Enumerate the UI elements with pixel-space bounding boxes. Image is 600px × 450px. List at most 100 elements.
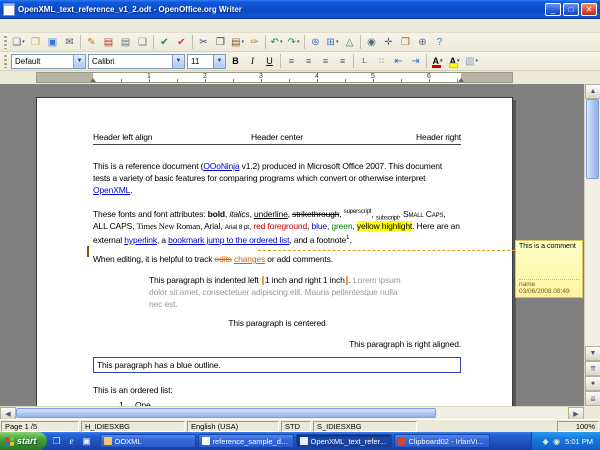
edit-file-icon[interactable]: ✎ (83, 34, 100, 50)
status-page-style[interactable]: H_IDIESXBG (81, 421, 185, 432)
page-preview-icon[interactable]: ❑ (134, 34, 151, 50)
zoom-icon[interactable]: ⊕ (414, 34, 431, 50)
open-icon[interactable]: ❐ (27, 34, 44, 50)
font-name-value[interactable]: Calibri (88, 54, 172, 69)
paragraph-style-value[interactable]: Default (11, 54, 73, 69)
bullets-icon[interactable]: ∷ (373, 53, 390, 69)
openxml-link[interactable]: OpenXML (93, 185, 130, 195)
print-icon[interactable]: ▤ (117, 34, 134, 50)
navigation-icon[interactable]: ● (585, 376, 600, 391)
table-icon[interactable]: ⊞▾ (324, 34, 341, 50)
align-right-icon[interactable]: ≡ (317, 53, 334, 69)
comment-meta: name 03/06/2008 08:49 (519, 279, 579, 295)
text-run: 1 inch (323, 275, 345, 285)
font-color-icon[interactable]: A▾ (429, 53, 446, 69)
italic-icon[interactable]: I (244, 53, 261, 69)
clock: 5:01 PM (565, 437, 593, 446)
table-dropdown-arrow[interactable]: ▾ (336, 39, 339, 45)
task-label: OOXML (115, 437, 142, 446)
format-paintbrush-icon[interactable]: ✑ (246, 34, 263, 50)
background-color-icon[interactable]: ▧▾ (463, 53, 480, 69)
export-pdf-icon[interactable]: ▤ (100, 34, 117, 50)
taskbar-button[interactable]: OpenXML_text_refer... (296, 434, 392, 448)
volume-icon[interactable]: ◉ (551, 435, 562, 447)
find-replace-icon[interactable]: ◉ (363, 34, 380, 50)
minimize-button[interactable]: _ (545, 3, 561, 16)
font-size-dropdown-arrow[interactable]: ▼ (213, 54, 226, 69)
highlighting-icon[interactable]: A▾ (446, 53, 463, 69)
copy-icon[interactable]: ❐ (212, 34, 229, 50)
help-icon[interactable]: ? (431, 34, 448, 50)
bold-icon[interactable]: B (227, 53, 244, 69)
underline-icon[interactable]: U (261, 53, 278, 69)
paragraph-style-dropdown-arrow[interactable]: ▼ (73, 54, 86, 69)
new-document-icon[interactable]: ❏▾ (10, 34, 27, 50)
navigator-icon[interactable]: ✛ (380, 34, 397, 50)
font-size-value[interactable]: 11 (187, 54, 213, 69)
gallery-icon[interactable]: ❒ (397, 34, 414, 50)
left-indent-marker[interactable] (90, 75, 96, 82)
scroll-left-icon[interactable]: ◀ (0, 407, 16, 419)
decrease-indent-icon[interactable]: ⇤ (390, 53, 407, 69)
status-language[interactable]: English (USA) (187, 421, 279, 432)
status-selection-mode[interactable]: STD (281, 421, 311, 432)
save-icon[interactable]: ▣ (44, 34, 61, 50)
align-left-icon[interactable]: ≡ (283, 53, 300, 69)
maximize-button[interactable]: □ (563, 3, 579, 16)
hyperlink-icon[interactable]: ⊛ (307, 34, 324, 50)
internet-explorer-icon[interactable]: e (65, 434, 79, 448)
ruler-text-area[interactable]: 123456 (93, 73, 461, 82)
comment-box[interactable]: This is a comment name 03/06/2008 08:49 (515, 240, 583, 298)
paragraph-style-combo[interactable]: Default ▼ (11, 54, 86, 69)
new-document-dropdown-arrow[interactable]: ▾ (22, 39, 25, 45)
bookmark-link[interactable]: bookmark jump to the ordered list (168, 235, 289, 245)
cut-icon[interactable]: ✂ (195, 34, 212, 50)
show-draw-functions-icon[interactable]: △ (341, 34, 358, 50)
numbering-icon[interactable]: 1. (356, 53, 373, 69)
status-zoom[interactable]: 100% (557, 421, 599, 432)
taskbar-button[interactable]: Clipboard02 - IrfanVi... (394, 434, 490, 448)
font-color-dropdown-arrow[interactable]: ▾ (440, 58, 443, 64)
start-button[interactable]: start (0, 432, 47, 450)
horizontal-scrollbar[interactable]: ◀ ▶ (0, 406, 584, 419)
scroll-up-icon[interactable]: ▲ (585, 84, 600, 99)
safely-remove-hardware-icon[interactable]: ◆ (540, 435, 551, 447)
auto-spellcheck-icon[interactable]: ✔ (173, 34, 190, 50)
external-hyperlink[interactable]: hyperlink (124, 235, 157, 245)
justified-icon[interactable]: ≡ (334, 53, 351, 69)
paste-icon[interactable]: ▤▾ (229, 34, 246, 50)
ruler-strip[interactable]: 123456 (36, 72, 513, 83)
title-bar[interactable]: OpenXML_text_reference_v1_2.odt - OpenOf… (0, 0, 600, 19)
vertical-scroll-thumb[interactable] (586, 99, 599, 179)
show-desktop-icon[interactable]: ❐ (50, 434, 64, 448)
document-as-email-icon[interactable]: ✉ (61, 34, 78, 50)
taskbar-button[interactable]: OOXML (100, 434, 196, 448)
undo-dropdown-arrow[interactable]: ▾ (280, 39, 283, 45)
oooninja-link[interactable]: OOoNinja (203, 161, 239, 171)
undo-icon[interactable]: ↶▾ (268, 34, 285, 50)
openoffice-quickstarter-icon[interactable]: ▣ (80, 434, 94, 448)
document-page[interactable]: Header left align Header center Header r… (36, 97, 513, 419)
font-name-dropdown-arrow[interactable]: ▼ (172, 54, 185, 69)
highlighting-dropdown-arrow[interactable]: ▾ (457, 58, 460, 64)
toolbar-grip[interactable] (4, 36, 7, 49)
paste-dropdown-arrow[interactable]: ▾ (241, 39, 244, 45)
redo-icon[interactable]: ↷▾ (285, 34, 302, 50)
align-center-icon[interactable]: ≡ (300, 53, 317, 69)
next-page-icon[interactable]: ⇊ (585, 391, 600, 406)
scroll-down-icon[interactable]: ▼ (585, 346, 600, 361)
previous-page-icon[interactable]: ⇈ (585, 361, 600, 376)
spellcheck-icon[interactable]: ✔ (156, 34, 173, 50)
right-indent-marker[interactable] (458, 75, 464, 82)
vertical-scrollbar[interactable]: ▲ ▼ ⇈ ● ⇊ (584, 84, 600, 406)
scroll-right-icon[interactable]: ▶ (568, 407, 584, 419)
font-name-combo[interactable]: Calibri ▼ (88, 54, 185, 69)
font-size-combo[interactable]: 11 ▼ (187, 54, 226, 69)
close-button[interactable]: ✕ (581, 3, 597, 16)
redo-dropdown-arrow[interactable]: ▾ (297, 39, 300, 45)
background-color-dropdown-arrow[interactable]: ▾ (475, 58, 478, 64)
horizontal-scroll-thumb[interactable] (16, 408, 436, 418)
taskbar-button[interactable]: reference_sample_do... (198, 434, 294, 448)
increase-indent-icon[interactable]: ⇥ (407, 53, 424, 69)
toolbar-grip[interactable] (4, 55, 7, 68)
